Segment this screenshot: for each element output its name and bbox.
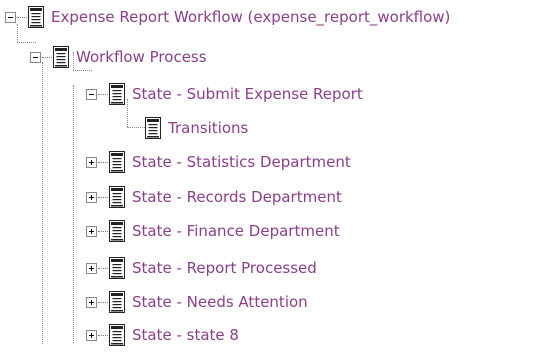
minus-box-icon[interactable]	[86, 88, 97, 100]
document-icon	[109, 186, 125, 208]
tree-connector	[127, 127, 145, 128]
plus-box-icon[interactable]	[86, 296, 97, 308]
document-icon	[109, 151, 125, 173]
tree-node-root[interactable]: Expense Report Workflow (expense_report_…	[5, 0, 450, 34]
document-icon	[53, 46, 69, 68]
document-icon	[145, 117, 161, 139]
document-icon	[109, 257, 125, 279]
tree-node-label: State - Submit Expense Report	[132, 84, 363, 103]
document-icon	[28, 6, 44, 28]
tree-node-label: Transitions	[168, 118, 249, 137]
tree-connector	[73, 85, 74, 343]
document-icon	[109, 220, 125, 242]
document-icon	[109, 291, 125, 313]
document-icon	[109, 324, 125, 346]
tree-node-label: State - Statistics Department	[132, 152, 351, 171]
tree-node-state[interactable]: State - Submit Expense Report	[86, 77, 363, 111]
tree-node-state[interactable]: State - Needs Attention	[86, 285, 308, 319]
workflow-tree: Expense Report Workflow (expense_report_…	[0, 0, 540, 349]
tree-node-process[interactable]: Workflow Process	[30, 40, 207, 74]
document-icon	[109, 83, 125, 105]
tree-node-label: State - Finance Department	[132, 221, 340, 240]
tree-connector	[42, 62, 43, 344]
plus-box-icon[interactable]	[86, 329, 97, 341]
tree-node-label: Workflow Process	[76, 47, 207, 66]
plus-box-icon[interactable]	[86, 156, 97, 168]
tree-node-state[interactable]: State - Statistics Department	[86, 145, 351, 179]
minus-box-icon[interactable]	[30, 51, 41, 63]
tree-node-transitions[interactable]: Transitions	[145, 111, 248, 145]
tree-node-label: State - Report Processed	[132, 258, 317, 277]
tree-node-state[interactable]: State - Finance Department	[86, 214, 340, 248]
tree-node-label: State - Records Department	[132, 187, 342, 206]
tree-node-label: Expense Report Workflow (expense_report_…	[51, 7, 451, 26]
plus-box-icon[interactable]	[86, 191, 97, 203]
tree-node-state[interactable]: State - state 8	[86, 318, 239, 352]
tree-node-state[interactable]: State - Records Department	[86, 180, 342, 214]
tree-node-label: State - state 8	[132, 325, 239, 344]
plus-box-icon[interactable]	[86, 262, 97, 274]
tree-node-label: State - Needs Attention	[132, 292, 308, 311]
plus-box-icon[interactable]	[86, 225, 97, 237]
tree-node-state[interactable]: State - Report Processed	[86, 251, 317, 285]
minus-box-icon[interactable]	[5, 11, 16, 23]
